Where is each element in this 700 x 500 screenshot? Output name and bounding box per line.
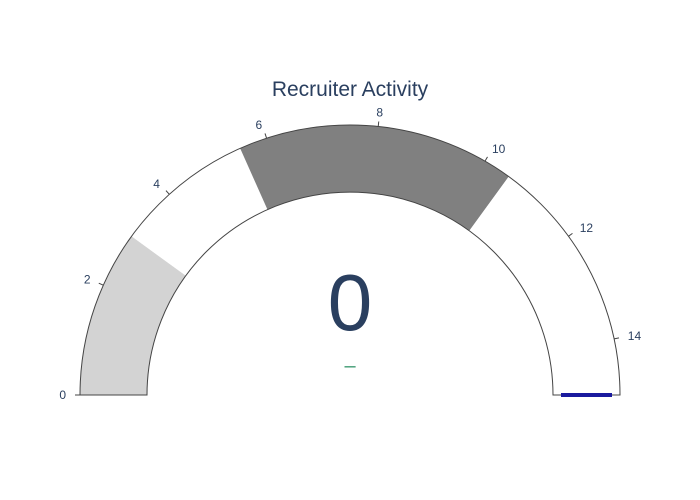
gauge-tick-mark (568, 232, 573, 237)
gauge-chart: Recruiter Activity 0 2 4 6 8 10 12 14 0 – (59, 78, 642, 402)
gauge-tick-label: 6 (256, 118, 263, 132)
gauge-tick-mark (377, 121, 380, 127)
gauge-tick-mark (264, 133, 268, 139)
gauge-tick-mark (613, 337, 620, 340)
gauge-step-2 (240, 124, 509, 231)
gauge-delta: – (344, 355, 356, 377)
gauge-tick-mark (484, 156, 488, 162)
gauge-tick-label: 2 (84, 272, 91, 286)
gauge-tick-label: 0 (59, 388, 66, 402)
gauge-tick-label: 12 (580, 221, 594, 235)
gauge-tick-mark (98, 282, 104, 286)
gauge-tick-label: 14 (628, 329, 642, 343)
chart-title: Recruiter Activity (272, 78, 429, 101)
gauge-value: 0 (328, 258, 373, 347)
gauge-tick-label: 10 (492, 142, 506, 156)
gauge-tick-label: 4 (153, 177, 160, 191)
gauge-tick-mark (165, 190, 170, 195)
gauge-tick-label: 8 (376, 106, 383, 120)
